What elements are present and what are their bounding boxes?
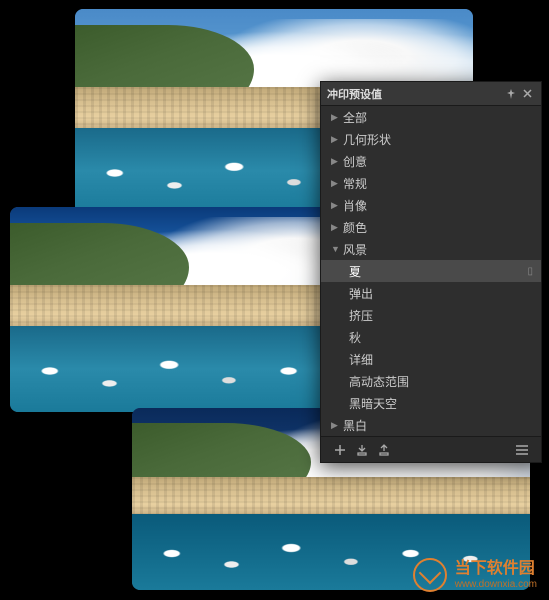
chevron-right-icon: ▶ — [331, 178, 343, 189]
chevron-right-icon: ▶ — [331, 200, 343, 211]
export-button[interactable] — [373, 440, 395, 460]
category-color[interactable]: ▶颜色 — [321, 216, 541, 238]
category-landscape[interactable]: ▼风景 — [321, 238, 541, 260]
delete-icon[interactable]: ▯ — [527, 266, 533, 277]
panel-footer — [321, 436, 541, 462]
category-bw[interactable]: ▶黑白 — [321, 414, 541, 436]
presets-panel: 冲印预设值 ▶全部 ▶几何形状 ▶创意 ▶常规 ▶肖像 ▶颜色 ▼风景 夏▯ 弹… — [320, 81, 542, 463]
preset-autumn[interactable]: 秋 — [321, 326, 541, 348]
preset-squeeze[interactable]: 挤压 — [321, 304, 541, 326]
chevron-right-icon: ▶ — [331, 134, 343, 145]
category-creative[interactable]: ▶创意 — [321, 150, 541, 172]
category-portrait[interactable]: ▶肖像 — [321, 194, 541, 216]
preset-popout[interactable]: 弹出 — [321, 282, 541, 304]
watermark-name: 当下软件园 — [455, 559, 537, 578]
preset-hdr[interactable]: 高动态范围 — [321, 370, 541, 392]
import-button[interactable] — [351, 440, 373, 460]
add-button[interactable] — [329, 440, 351, 460]
panel-header: 冲印预设值 — [321, 82, 541, 106]
pin-icon[interactable] — [503, 86, 519, 102]
preset-list: ▶全部 ▶几何形状 ▶创意 ▶常规 ▶肖像 ▶颜色 ▼风景 夏▯ 弹出 挤压 秋… — [321, 106, 541, 436]
category-all[interactable]: ▶全部 — [321, 106, 541, 128]
preset-summer[interactable]: 夏▯ — [321, 260, 541, 282]
chevron-right-icon: ▶ — [331, 112, 343, 123]
chevron-right-icon: ▶ — [331, 420, 343, 431]
watermark-logo-icon — [413, 558, 447, 592]
chevron-down-icon: ▼ — [331, 244, 343, 254]
preset-detail[interactable]: 详细 — [321, 348, 541, 370]
category-general[interactable]: ▶常规 — [321, 172, 541, 194]
preset-dark-sky[interactable]: 黑暗天空 — [321, 392, 541, 414]
chevron-right-icon: ▶ — [331, 222, 343, 233]
close-icon[interactable] — [519, 86, 535, 102]
menu-icon[interactable] — [511, 440, 533, 460]
panel-title: 冲印预设值 — [327, 86, 503, 102]
watermark: 当下软件园 www.downxia.com — [413, 558, 537, 592]
chevron-right-icon: ▶ — [331, 156, 343, 167]
watermark-url: www.downxia.com — [455, 579, 537, 591]
category-geometry[interactable]: ▶几何形状 — [321, 128, 541, 150]
